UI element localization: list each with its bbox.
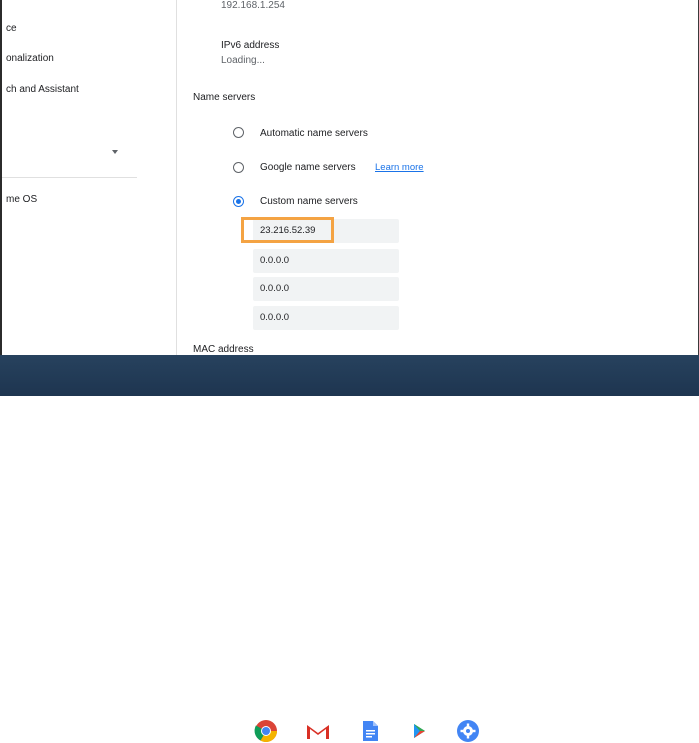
docs-icon[interactable] bbox=[358, 719, 382, 743]
google-name-servers-label[interactable]: Google name servers bbox=[260, 162, 356, 173]
network-details-panel: 192.168.1.254 IPv6 address Loading... Na… bbox=[177, 0, 698, 355]
play-store-icon[interactable] bbox=[406, 719, 430, 743]
highlight-box bbox=[241, 217, 334, 243]
shelf bbox=[0, 355, 699, 742]
settings-icon[interactable] bbox=[456, 719, 480, 743]
sidebar-item-about-chrome-os[interactable]: me OS bbox=[6, 194, 37, 205]
sidebar-item-label: ch and Assistant bbox=[6, 84, 79, 95]
name-server-value: 0.0.0.0 bbox=[260, 255, 290, 266]
custom-name-server-field[interactable]: 0.0.0.0 bbox=[253, 277, 399, 301]
sidebar-item-device[interactable]: ce bbox=[6, 23, 17, 34]
sidebar-item-label: onalization bbox=[6, 53, 54, 64]
name-server-value: 0.0.0.0 bbox=[260, 312, 290, 323]
custom-name-servers-label[interactable]: Custom name servers bbox=[260, 196, 358, 207]
custom-name-servers-radio[interactable] bbox=[233, 196, 244, 207]
custom-name-server-field[interactable]: 0.0.0.0 bbox=[253, 306, 399, 330]
settings-window: ce onalization ch and Assistant me OS 19… bbox=[0, 0, 699, 355]
sidebar: ce onalization ch and Assistant me OS bbox=[2, 0, 177, 355]
gmail-icon[interactable] bbox=[306, 719, 330, 743]
chrome-icon[interactable] bbox=[254, 719, 278, 743]
chevron-down-icon[interactable] bbox=[112, 150, 118, 154]
gateway-value: 192.168.1.254 bbox=[221, 0, 285, 11]
sidebar-item-personalization[interactable]: onalization bbox=[6, 53, 54, 64]
automatic-name-servers-radio[interactable] bbox=[233, 127, 244, 138]
sidebar-item-search-assistant[interactable]: ch and Assistant bbox=[6, 84, 79, 95]
custom-name-server-field[interactable]: 0.0.0.0 bbox=[253, 249, 399, 273]
sidebar-item-label: ce bbox=[6, 23, 17, 34]
ipv6-label: IPv6 address bbox=[221, 40, 280, 51]
name-server-value: 0.0.0.0 bbox=[260, 283, 290, 294]
ipv6-value: Loading... bbox=[221, 55, 265, 66]
name-servers-heading: Name servers bbox=[193, 92, 256, 103]
google-name-servers-radio[interactable] bbox=[233, 162, 244, 173]
sidebar-item-label: me OS bbox=[6, 194, 38, 205]
automatic-name-servers-label[interactable]: Automatic name servers bbox=[260, 128, 368, 139]
sidebar-divider bbox=[2, 177, 137, 178]
learn-more-link[interactable]: Learn more bbox=[375, 162, 424, 173]
mac-address-label: MAC address bbox=[193, 344, 254, 355]
